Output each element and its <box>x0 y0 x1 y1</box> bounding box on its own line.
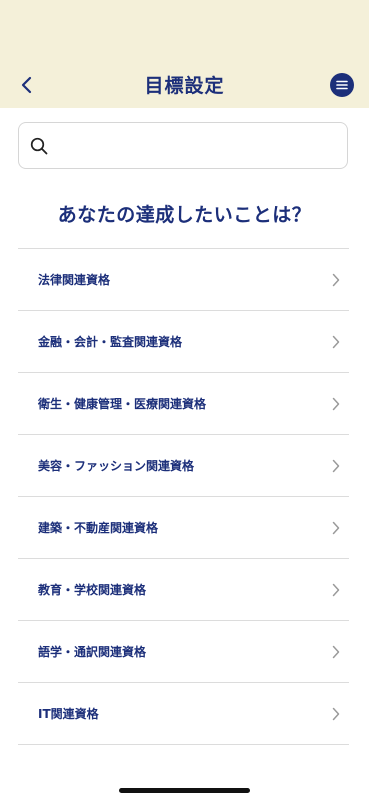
page-title: 目標設定 <box>144 75 225 97</box>
category-item-education[interactable]: 教育・学校関連資格 <box>18 559 349 621</box>
category-label: 語学・通訳関連資格 <box>38 645 147 659</box>
category-label: 教育・学校関連資格 <box>38 583 147 597</box>
search-icon <box>30 137 48 155</box>
category-label: 美容・ファッション関連資格 <box>38 459 195 473</box>
chevron-right-icon <box>332 521 340 535</box>
chevron-right-icon <box>332 645 340 659</box>
search-input[interactable] <box>59 129 343 163</box>
question-heading: あなたの達成したいことは？ <box>57 204 312 226</box>
category-item-architecture[interactable]: 建築・不動産関連資格 <box>18 497 349 559</box>
chevron-right-icon <box>332 459 340 473</box>
category-label: 金融・会計・監査関連資格 <box>38 335 183 349</box>
category-item-beauty[interactable]: 美容・ファッション関連資格 <box>18 435 349 497</box>
category-label: 建築・不動産関連資格 <box>38 521 159 535</box>
category-item-law[interactable]: 法律関連資格 <box>18 249 349 311</box>
header-bar: 目標設定 <box>0 0 369 108</box>
home-indicator <box>119 788 250 793</box>
hamburger-menu-icon <box>336 80 348 90</box>
category-item-finance[interactable]: 金融・会計・監査関連資格 <box>18 311 349 373</box>
chevron-right-icon <box>332 273 340 287</box>
category-label: 衛生・健康管理・医療関連資格 <box>38 397 207 411</box>
chevron-right-icon <box>332 707 340 721</box>
goal-setting-screen: 目標設定 あなたの達成したいことは？ 法律関連資格 金融・会計・監査関連資格 衛… <box>0 0 369 800</box>
chevron-right-icon <box>332 335 340 349</box>
chevron-right-icon <box>332 397 340 411</box>
category-item-language[interactable]: 語学・通訳関連資格 <box>18 621 349 683</box>
chevron-right-icon <box>332 583 340 597</box>
category-list: 法律関連資格 金融・会計・監査関連資格 衛生・健康管理・医療関連資格 美容・ファ… <box>18 248 349 745</box>
category-label: 法律関連資格 <box>38 273 111 287</box>
menu-button[interactable] <box>330 73 354 97</box>
category-item-health[interactable]: 衛生・健康管理・医療関連資格 <box>18 373 349 435</box>
category-item-it[interactable]: IT関連資格 <box>18 683 349 745</box>
search-box[interactable] <box>18 122 348 169</box>
category-label: IT関連資格 <box>38 707 99 721</box>
